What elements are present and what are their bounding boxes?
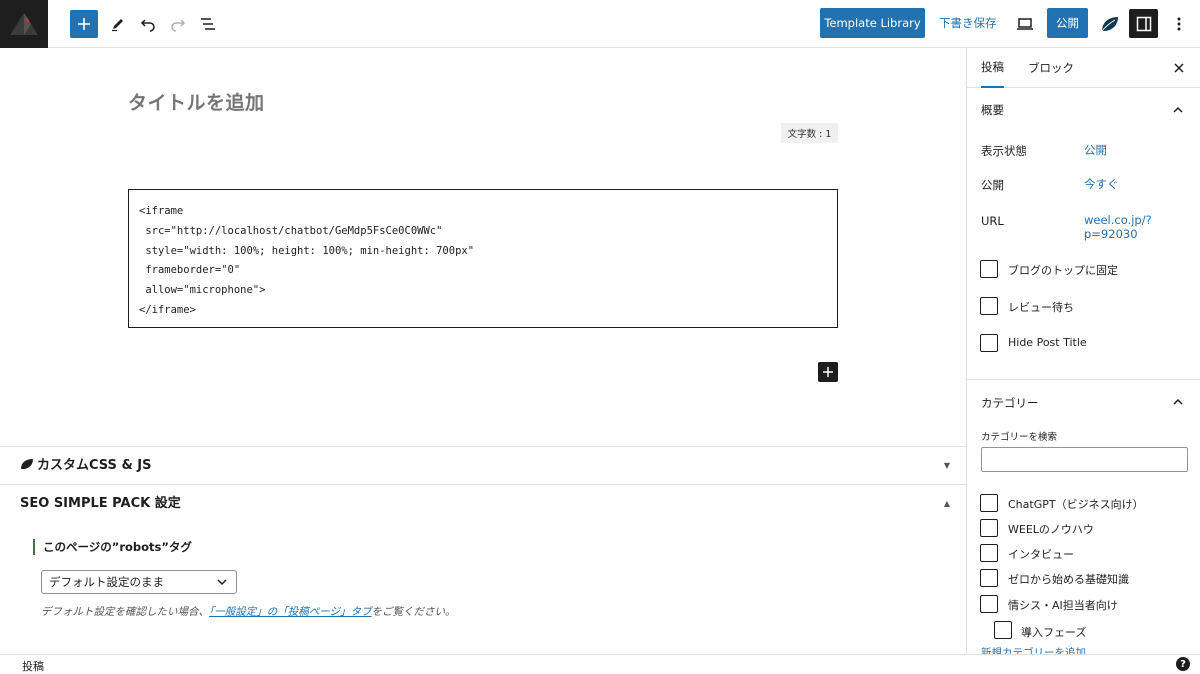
options-menu-button[interactable] — [1165, 10, 1193, 38]
document-overview-button[interactable] — [194, 10, 222, 38]
close-sidebar-button[interactable] — [1171, 60, 1187, 76]
url-line-1: weel.co.jp/? — [1084, 213, 1152, 227]
chevron-up-icon[interactable] — [1172, 396, 1184, 408]
chevron-up-icon[interactable] — [1172, 104, 1184, 116]
plus-icon — [78, 18, 90, 30]
redo-button[interactable] — [164, 10, 192, 38]
custom-css-js-metabox[interactable]: カスタムCSS & JS ▼ — [0, 446, 966, 484]
category-search-input[interactable] — [981, 447, 1188, 472]
note-prefix: デフォルト設定を確認したい場合、 — [41, 606, 209, 618]
category-checkbox[interactable] — [980, 569, 998, 587]
category-checkbox[interactable] — [980, 595, 998, 613]
sidebar-icon — [1136, 16, 1151, 31]
tab-block[interactable]: ブロック — [1028, 48, 1074, 88]
category-checkbox-child[interactable] — [994, 621, 1012, 639]
category-checkbox[interactable] — [980, 519, 998, 537]
preview-button[interactable] — [1011, 10, 1039, 38]
kebab-menu-icon — [1177, 17, 1181, 31]
url-value[interactable]: weel.co.jp/? p=92030 — [1084, 213, 1152, 241]
category-label: 情シス・AI担当者向け — [1008, 599, 1118, 612]
undo-icon — [140, 19, 155, 32]
editor-canvas: タイトルを追加 文字数 : 1 <iframe src="http://loca… — [0, 48, 966, 654]
pending-review-checkbox[interactable] — [980, 297, 998, 315]
custom-css-js-title: カスタムCSS & JS — [37, 458, 152, 473]
custom-css-js-header[interactable]: カスタムCSS & JS — [20, 454, 152, 473]
category-label: WEELのノウハウ — [1008, 523, 1094, 536]
template-library-button[interactable]: Template Library — [820, 8, 925, 38]
settings-sidebar: 投稿 ブロック 概要 表示状態 公開 公開 今すぐ URL weel.co.jp… — [966, 48, 1200, 654]
leaf-icon — [1101, 17, 1118, 32]
category-label: ChatGPT（ビジネス向け） — [1008, 498, 1144, 511]
pencil-icon — [112, 19, 123, 32]
editor-footer: 投稿 ? — [0, 654, 1200, 674]
categories-panel-title[interactable]: カテゴリー — [981, 395, 1039, 411]
url-label: URL — [981, 214, 1004, 228]
seo-simple-pack-metabox: SEO SIMPLE PACK 設定 ▲ — [0, 484, 966, 654]
category-search-label: カテゴリーを検索 — [981, 432, 1058, 443]
hide-title-checkbox[interactable] — [980, 334, 998, 352]
pending-review-label: レビュー待ち — [1008, 301, 1074, 314]
redo-icon — [171, 19, 186, 32]
chevron-down-icon — [217, 579, 227, 586]
site-logo-icon — [10, 13, 38, 35]
site-logo[interactable] — [0, 0, 48, 48]
category-checkbox[interactable] — [980, 544, 998, 562]
publish-date-value[interactable]: 今すぐ — [1084, 177, 1119, 191]
seo-simple-pack-title[interactable]: SEO SIMPLE PACK 設定 — [20, 492, 181, 511]
sticky-label: ブログのトップに固定 — [1008, 264, 1118, 277]
tab-post[interactable]: 投稿 — [981, 48, 1004, 88]
sticky-checkbox[interactable] — [980, 260, 998, 278]
plus-icon — [823, 367, 833, 377]
panel-divider — [967, 379, 1200, 380]
code-content[interactable]: <iframe src="http://localhost/chatbot/Ge… — [139, 202, 827, 321]
save-draft-button[interactable]: 下書き保存 — [939, 8, 997, 38]
laptop-icon — [1017, 18, 1033, 30]
general-settings-link[interactable]: 「一般設定」の「投稿ページ」タブ — [209, 606, 372, 618]
custom-html-block[interactable]: <iframe src="http://localhost/chatbot/Ge… — [128, 189, 838, 328]
block-inserter-button[interactable] — [818, 362, 838, 382]
category-label: ゼロから始める基礎知識 — [1008, 573, 1129, 586]
collapse-down-icon[interactable]: ▼ — [944, 461, 950, 470]
undo-button[interactable] — [134, 10, 162, 38]
category-label-child: 導入フェーズ — [1021, 626, 1087, 639]
category-label: インタビュー — [1008, 548, 1074, 561]
leaf-icon — [21, 458, 33, 469]
hide-title-label: Hide Post Title — [1008, 336, 1087, 349]
tools-button[interactable] — [104, 10, 132, 38]
publish-label: 公開 — [981, 178, 1004, 192]
note-suffix: をご覧ください。 — [371, 606, 456, 618]
plugin-button[interactable] — [1096, 10, 1124, 38]
robots-select[interactable]: デフォルト設定のまま — [41, 570, 237, 594]
settings-sidebar-toggle[interactable] — [1129, 9, 1158, 38]
summary-panel-title[interactable]: 概要 — [981, 102, 1004, 118]
close-icon — [1174, 63, 1184, 73]
visibility-label: 表示状態 — [981, 144, 1027, 158]
editor-toolbar: Template Library 下書き保存 公開 — [0, 0, 1200, 48]
publish-button[interactable]: 公開 — [1047, 8, 1088, 38]
post-title-input[interactable]: タイトルを追加 — [128, 88, 265, 115]
robots-help-text: デフォルト設定を確認したい場合、「一般設定」の「投稿ページ」タブをご覧ください。 — [41, 604, 456, 619]
collapse-up-icon[interactable]: ▲ — [944, 499, 950, 508]
category-checkbox[interactable] — [980, 494, 998, 512]
url-line-2: p=92030 — [1084, 227, 1138, 241]
robots-tag-label: このページの”robots”タグ — [33, 539, 192, 555]
help-icon[interactable]: ? — [1176, 657, 1190, 671]
character-count: 文字数 : 1 — [781, 123, 838, 143]
visibility-value[interactable]: 公開 — [1084, 143, 1107, 157]
list-view-icon — [201, 18, 215, 30]
robots-select-value: デフォルト設定のまま — [49, 575, 164, 589]
add-new-category-link[interactable]: 新規カテゴリーを追加 — [981, 646, 1086, 654]
add-block-button[interactable] — [70, 10, 98, 38]
breadcrumb[interactable]: 投稿 — [22, 658, 44, 674]
sidebar-tabs: 投稿 ブロック — [967, 48, 1200, 88]
